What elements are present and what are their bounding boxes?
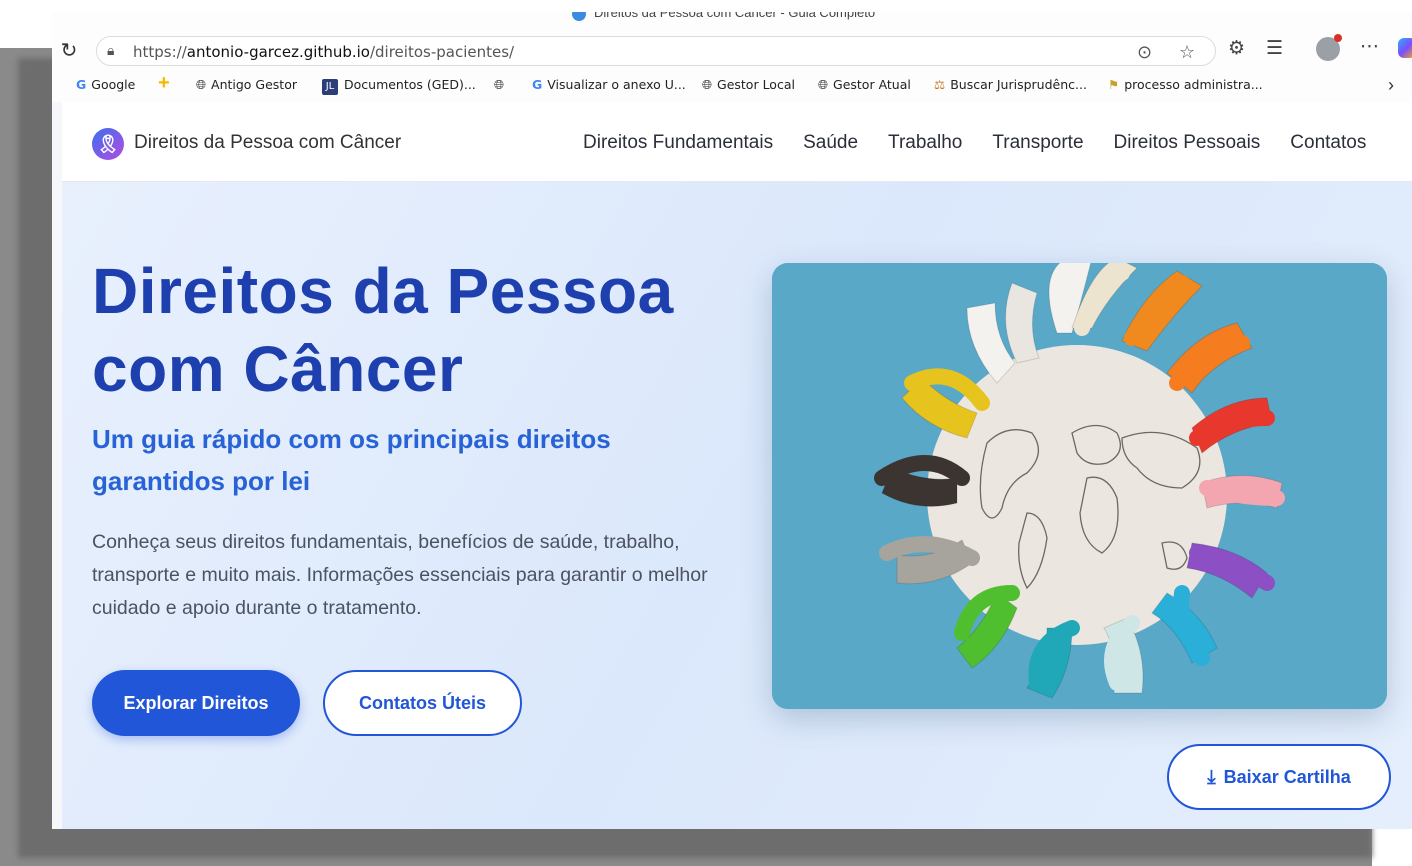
tab-favicon-icon	[572, 12, 586, 21]
nav-contatos[interactable]: Contatos	[1290, 132, 1366, 154]
extensions-icon[interactable]: ⚙	[1228, 37, 1245, 60]
reload-icon[interactable]: ↻	[56, 38, 82, 64]
awareness-ribbons-world-map-image	[772, 263, 1387, 709]
nav-trabalho[interactable]: Trabalho	[888, 132, 962, 154]
bookmark-globe[interactable]: 🌐︎	[494, 77, 509, 93]
chevron-right-icon[interactable]: ›	[1388, 75, 1394, 96]
globe-icon: 🌐︎	[818, 77, 829, 92]
globe-icon: 🌐︎	[196, 77, 207, 92]
bookmark-jurisprudencia[interactable]: ⚖ Buscar Jurisprudênc...	[934, 77, 1087, 92]
nav-transporte[interactable]: Transporte	[992, 132, 1083, 154]
ribbon-icon[interactable]: 🎗︎	[92, 128, 124, 160]
contatos-uteis-button[interactable]: Contatos Úteis	[323, 670, 522, 736]
bookmark-antigo-gestor[interactable]: 🌐︎ Antigo Gestor	[196, 77, 297, 93]
bookmark-gestor-local[interactable]: 🌐︎ Gestor Local	[702, 77, 795, 93]
download-icon: ⤓	[1207, 767, 1216, 788]
address-bar[interactable]: 🔒︎ https://antonio-garcez.github.io/dire…	[96, 36, 1216, 66]
browser-title-bar: Direitos da Pessoa com Câncer - Guia Com…	[52, 12, 1412, 34]
scale-icon: ⚖	[934, 77, 946, 92]
address-toolbar: ↻ 🔒︎ https://antonio-garcez.github.io/di…	[52, 34, 1412, 68]
globe-icon: 🌐︎	[494, 77, 505, 92]
bookmark-processo[interactable]: ⚑ processo administra...	[1108, 77, 1263, 92]
hero-subtitle: Um guia rápido com os principais direito…	[92, 424, 611, 496]
notification-dot	[1334, 34, 1342, 42]
main-nav: Direitos Fundamentais Saúde Trabalho Transp…	[583, 132, 1366, 154]
bookmarks-bar: G Google + 🌐︎ Antigo Gestor JL Documentos (…	[52, 68, 1412, 102]
flag-icon: ⚑	[1108, 77, 1120, 92]
site-header: 🎗︎ Direitos da Pessoa com Câncer Direito…	[62, 102, 1412, 182]
star-icon[interactable]: ☆	[1179, 41, 1195, 63]
hero-section: Direitos da Pessoa com Câncer Um guia ráp…	[62, 182, 1412, 829]
nav-direitos-fundamentais[interactable]: Direitos Fundamentais	[583, 132, 773, 154]
browser-window: Direitos da Pessoa com Câncer - Guia Com…	[52, 12, 1412, 829]
nav-direitos-pessoais[interactable]: Direitos Pessoais	[1114, 132, 1261, 154]
copilot-icon[interactable]	[1398, 38, 1412, 58]
reader-icon[interactable]: ⊙	[1137, 41, 1152, 63]
bookmark-gestor-atual[interactable]: 🌐︎ Gestor Atual	[818, 77, 911, 93]
google-icon: G	[532, 77, 543, 92]
url-text[interactable]: https://antonio-garcez.github.io/direito…	[133, 43, 514, 61]
bookmark-google[interactable]: G Google	[76, 77, 135, 92]
site-name[interactable]: Direitos da Pessoa com Câncer	[134, 132, 401, 154]
lock-icon[interactable]: 🔒︎	[107, 42, 114, 59]
tab-title[interactable]: Direitos da Pessoa com Câncer - Guia Com…	[572, 12, 875, 21]
hero-description: Conheça seus direitos fundamentais, bene…	[92, 531, 708, 619]
bookmark-documentos[interactable]: JL Documentos (GED)...	[322, 77, 476, 95]
bookmark-visualizar[interactable]: G Visualizar o anexo U...	[532, 77, 686, 92]
jl-icon: JL	[322, 79, 338, 95]
baixar-cartilha-button[interactable]: ⤓ Baixar Cartilha	[1167, 744, 1391, 810]
google-icon: G	[76, 77, 87, 92]
nav-saude[interactable]: Saúde	[803, 132, 858, 154]
more-icon[interactable]: ⋯	[1360, 35, 1379, 58]
globe-icon: 🌐︎	[702, 77, 713, 92]
plus-icon[interactable]: +	[158, 72, 170, 95]
explorar-direitos-button[interactable]: Explorar Direitos	[92, 670, 300, 736]
hero-title: Direitos da Pessoa com Câncer	[92, 255, 674, 405]
favorites-icon[interactable]: ☰	[1266, 37, 1283, 60]
